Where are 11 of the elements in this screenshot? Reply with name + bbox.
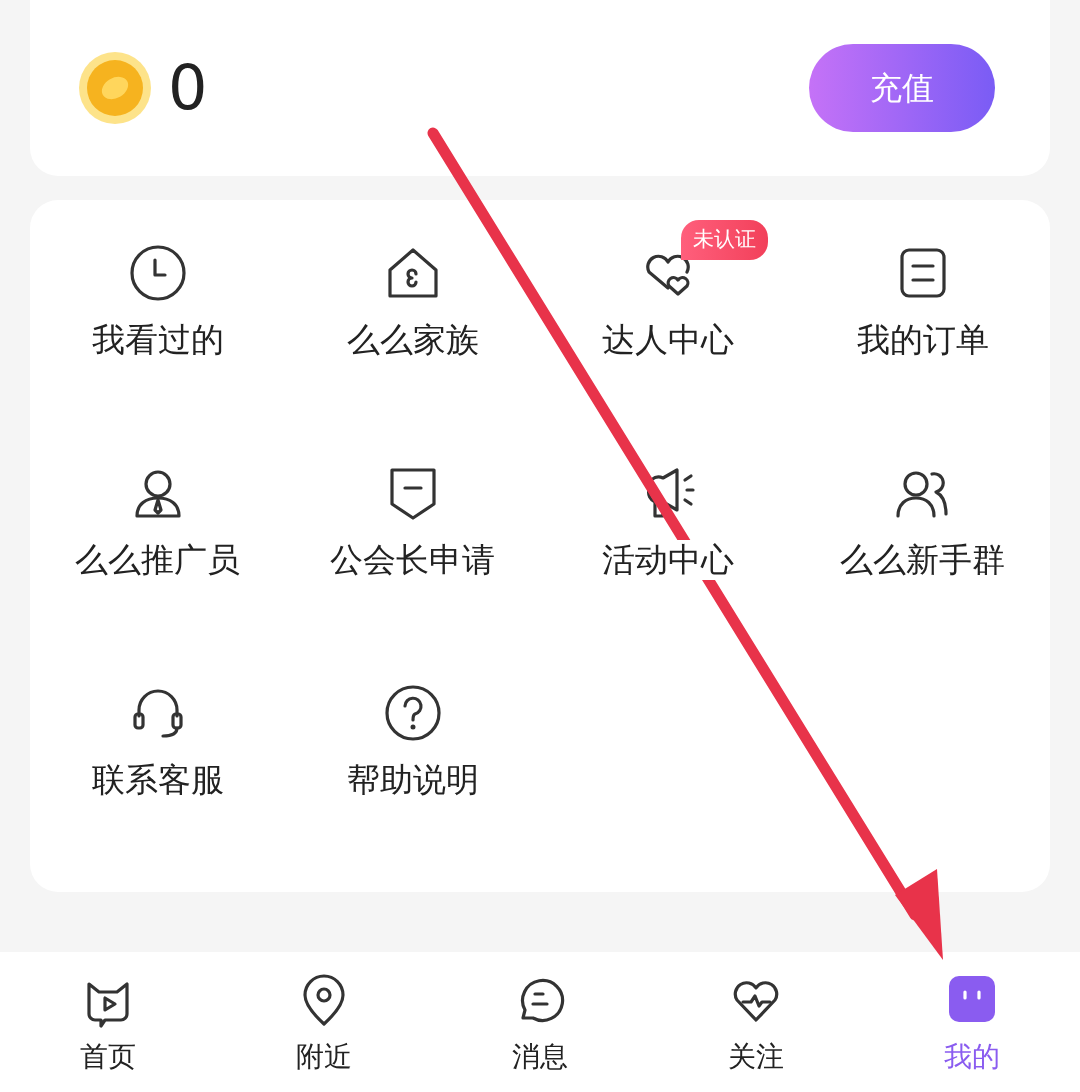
menu-label[interactable]: 活动中心	[601, 540, 734, 580]
tab-bar-item[interactable]: 首页	[0, 952, 216, 1092]
recharge-button[interactable]: 充值	[809, 44, 995, 132]
tab-bar-item[interactable]: 我的	[864, 952, 1080, 1092]
tab-bar-item[interactable]: 附近	[216, 952, 432, 1092]
balance-amount: 0	[168, 57, 208, 119]
tab-bar-item[interactable]: 关注	[648, 952, 864, 1092]
coin-icon	[78, 51, 152, 125]
menu-label[interactable]: 达人中心	[601, 320, 734, 360]
status-badge: 未认证	[681, 220, 768, 260]
tab-bar-item[interactable]: 消息	[432, 952, 648, 1092]
